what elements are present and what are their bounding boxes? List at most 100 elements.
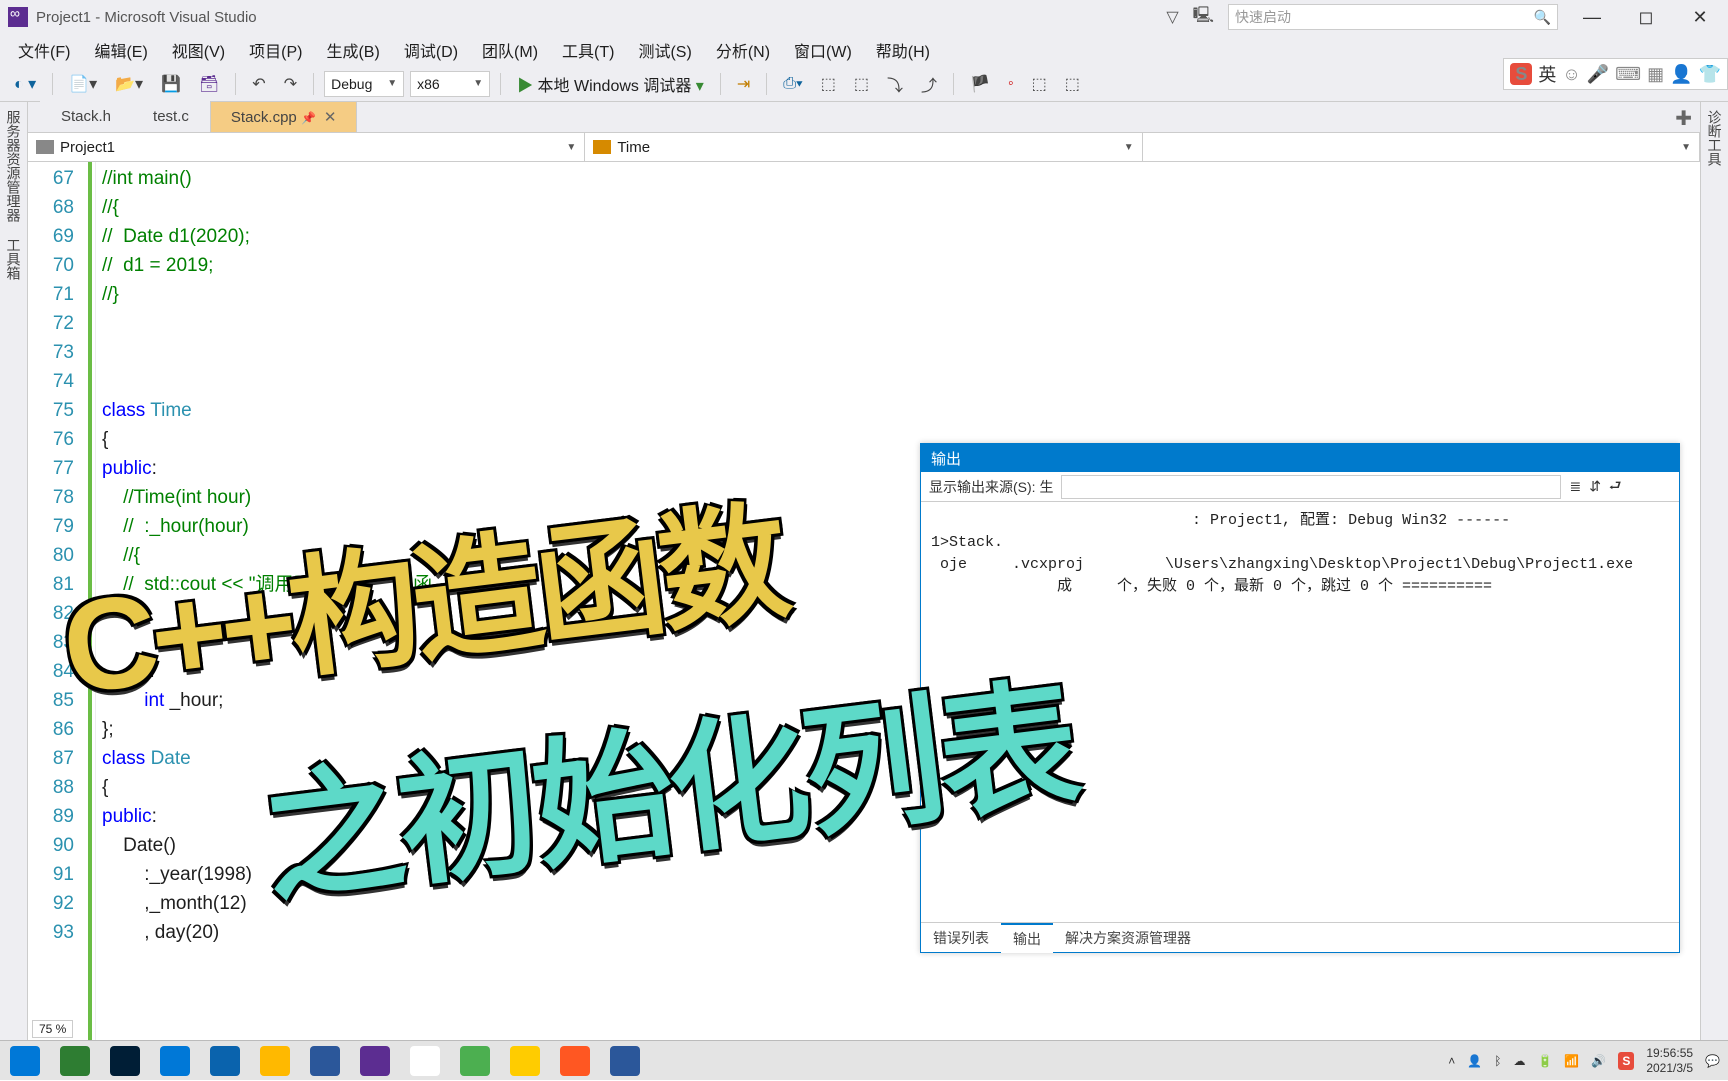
- menu-分析(N)[interactable]: 分析(N): [706, 34, 780, 66]
- quick-launch-input[interactable]: 快速启动 🔍: [1228, 4, 1558, 30]
- ime-emoji-icon[interactable]: ☺: [1562, 64, 1580, 85]
- open-button[interactable]: 📂▾: [109, 72, 149, 96]
- tray-ime-icon[interactable]: S: [1618, 1052, 1634, 1070]
- tray-notification-icon[interactable]: 💬: [1705, 1054, 1720, 1068]
- output-tab-错误列表[interactable]: 错误列表: [921, 924, 1001, 952]
- menu-测试(S)[interactable]: 测试(S): [628, 34, 701, 66]
- output-source-label: 显示输出来源(S): 生: [929, 477, 1053, 497]
- document-tabbar: Stack.htest.cStack.cpp 📌✕: [28, 102, 1700, 132]
- diagnostics-tab[interactable]: 诊断工具: [1705, 110, 1725, 166]
- menu-视图(V)[interactable]: 视图(V): [162, 34, 235, 66]
- bookmark-button[interactable]: 🏴: [964, 72, 996, 96]
- ime-mic-icon[interactable]: 🎤: [1587, 64, 1609, 85]
- step-over-button[interactable]: ⤴: [915, 70, 943, 98]
- build-config-combo[interactable]: Debug▼: [324, 71, 404, 97]
- output-tabs: 错误列表输出解决方案资源管理器: [921, 922, 1679, 952]
- menu-生成(B)[interactable]: 生成(B): [316, 34, 389, 66]
- tray-clock[interactable]: 19:56:552021/3/5: [1646, 1046, 1693, 1076]
- thread-button[interactable]: ⬚: [815, 72, 842, 96]
- tray-chevron-icon[interactable]: ˄: [1448, 1054, 1455, 1068]
- output-toggle-icon[interactable]: ⇵: [1589, 478, 1601, 495]
- nav-back-button[interactable]: ◐ ▾: [8, 72, 42, 96]
- tab-Stack.cpp[interactable]: Stack.cpp 📌✕: [210, 101, 358, 132]
- comment-button[interactable]: ⬚: [1059, 72, 1086, 96]
- taskbar-start[interactable]: [0, 1041, 50, 1081]
- sogou-icon[interactable]: S: [1510, 63, 1532, 85]
- taskbar-vscode[interactable]: [150, 1041, 200, 1081]
- stack-button[interactable]: ⬚: [848, 72, 875, 96]
- menu-工具(T)[interactable]: 工具(T): [552, 34, 624, 66]
- ime-toolbar[interactable]: S 英 ☺ 🎤 ⌨ ▦ 👤 👕: [1503, 58, 1728, 90]
- output-tab-输出[interactable]: 输出: [1001, 923, 1053, 953]
- step-button[interactable]: ⇥: [731, 72, 756, 96]
- output-clear-icon[interactable]: ≣: [1569, 478, 1581, 495]
- member-combo[interactable]: ▼: [1143, 133, 1700, 161]
- ime-skin-icon[interactable]: ▦: [1647, 64, 1664, 85]
- tray-volume-icon[interactable]: 🔊: [1591, 1054, 1606, 1068]
- save-button[interactable]: 💾: [155, 72, 187, 96]
- taskbar-camtasia[interactable]: [450, 1041, 500, 1081]
- platform-combo[interactable]: x86▼: [410, 71, 490, 97]
- windows-taskbar: ˄ 👤 ᛒ ☁ 🔋 📶 🔊 S 19:56:552021/3/5 💬: [0, 1040, 1728, 1080]
- notify-icon[interactable]: ▽: [1166, 7, 1178, 27]
- output-title[interactable]: 输出: [921, 444, 1679, 472]
- output-wrap-icon[interactable]: ⮐: [1609, 475, 1622, 499]
- output-text[interactable]: : Project1, 配置: Debug Win32 ------ 1>Sta…: [921, 502, 1679, 606]
- taskbar-edge[interactable]: [200, 1041, 250, 1081]
- server-explorer-tab[interactable]: 服务器资源管理器: [4, 110, 24, 222]
- save-all-button[interactable]: 🗃: [193, 72, 225, 96]
- menu-团队(M)[interactable]: 团队(M): [472, 34, 548, 66]
- close-button[interactable]: ✕: [1680, 1, 1720, 33]
- ime-gear-icon[interactable]: 👕: [1699, 64, 1721, 85]
- maximize-button[interactable]: ◻: [1626, 1, 1666, 33]
- tray-bluetooth-icon[interactable]: ᛒ: [1494, 1054, 1501, 1068]
- taskbar-photoshop[interactable]: [100, 1041, 150, 1081]
- menu-调试(D)[interactable]: 调试(D): [394, 34, 468, 66]
- ime-keyboard-icon[interactable]: ⌨: [1615, 64, 1641, 85]
- taskbar-word[interactable]: [600, 1041, 650, 1081]
- taskbar-translate[interactable]: [50, 1041, 100, 1081]
- new-project-button[interactable]: 📄▾: [63, 72, 103, 96]
- scope-combo[interactable]: Project1▼: [28, 133, 585, 161]
- tray-battery-icon[interactable]: 🔋: [1537, 1054, 1552, 1068]
- redo-button[interactable]: ↷: [278, 72, 303, 96]
- menu-编辑(E)[interactable]: 编辑(E): [84, 34, 157, 66]
- tray-wifi-icon[interactable]: 📶: [1564, 1054, 1579, 1068]
- taskbar-potplayer[interactable]: [500, 1041, 550, 1081]
- split-view-icon[interactable]: ✚: [1675, 106, 1692, 131]
- taskbar-cleaner[interactable]: [550, 1041, 600, 1081]
- output-panel: 输出 显示输出来源(S): 生 ≣ ⇵ ⮐ : Project1, 配置: De…: [920, 443, 1680, 953]
- undo-button[interactable]: ↶: [246, 72, 271, 96]
- output-source-combo[interactable]: [1061, 475, 1561, 499]
- minimize-button[interactable]: —: [1572, 1, 1612, 33]
- taskbar-explorer[interactable]: [250, 1041, 300, 1081]
- process-button[interactable]: ⎙▾: [777, 73, 809, 95]
- ime-user-icon[interactable]: 👤: [1670, 64, 1692, 85]
- taskbar-chrome[interactable]: [400, 1041, 450, 1081]
- system-tray[interactable]: ˄ 👤 ᛒ ☁ 🔋 📶 🔊 S 19:56:552021/3/5 💬: [1448, 1046, 1728, 1076]
- taskbar-pdf[interactable]: [300, 1041, 350, 1081]
- feedback-icon[interactable]: 🖳: [1193, 4, 1214, 31]
- tab-test.c[interactable]: test.c: [132, 101, 210, 132]
- bp-button[interactable]: ◦: [1002, 73, 1020, 95]
- menu-帮助(H)[interactable]: 帮助(H): [866, 34, 940, 66]
- output-toolbar: 显示输出来源(S): 生 ≣ ⇵ ⮐: [921, 472, 1679, 502]
- window-title: Project1 - Microsoft Visual Studio: [36, 9, 257, 26]
- outline-button[interactable]: ⬚: [1026, 72, 1053, 96]
- start-debug-button[interactable]: ▶ 本地 Windows 调试器 ▾: [511, 70, 710, 98]
- tray-people-icon[interactable]: 👤: [1467, 1054, 1482, 1068]
- menu-项目(P)[interactable]: 项目(P): [239, 34, 312, 66]
- ime-lang[interactable]: 英: [1538, 61, 1556, 87]
- menu-文件(F)[interactable]: 文件(F): [8, 34, 80, 66]
- titlebar: Project1 - Microsoft Visual Studio ▽ 🖳 快…: [0, 0, 1728, 34]
- menu-窗口(W)[interactable]: 窗口(W): [784, 34, 862, 66]
- tab-Stack.h[interactable]: Stack.h: [40, 101, 132, 132]
- taskbar-visualstudio[interactable]: [350, 1041, 400, 1081]
- navigation-bar: Project1▼ Time▼ ▼ ✚: [28, 132, 1700, 162]
- toolbox-tab[interactable]: 工具箱: [4, 238, 24, 280]
- output-tab-解决方案资源管理器[interactable]: 解决方案资源管理器: [1053, 924, 1203, 952]
- tray-onedrive-icon[interactable]: ☁: [1513, 1054, 1525, 1068]
- type-combo[interactable]: Time▼: [585, 133, 1142, 161]
- step-into-button[interactable]: ⤵: [881, 70, 909, 98]
- zoom-combo[interactable]: 75 %: [32, 1020, 73, 1038]
